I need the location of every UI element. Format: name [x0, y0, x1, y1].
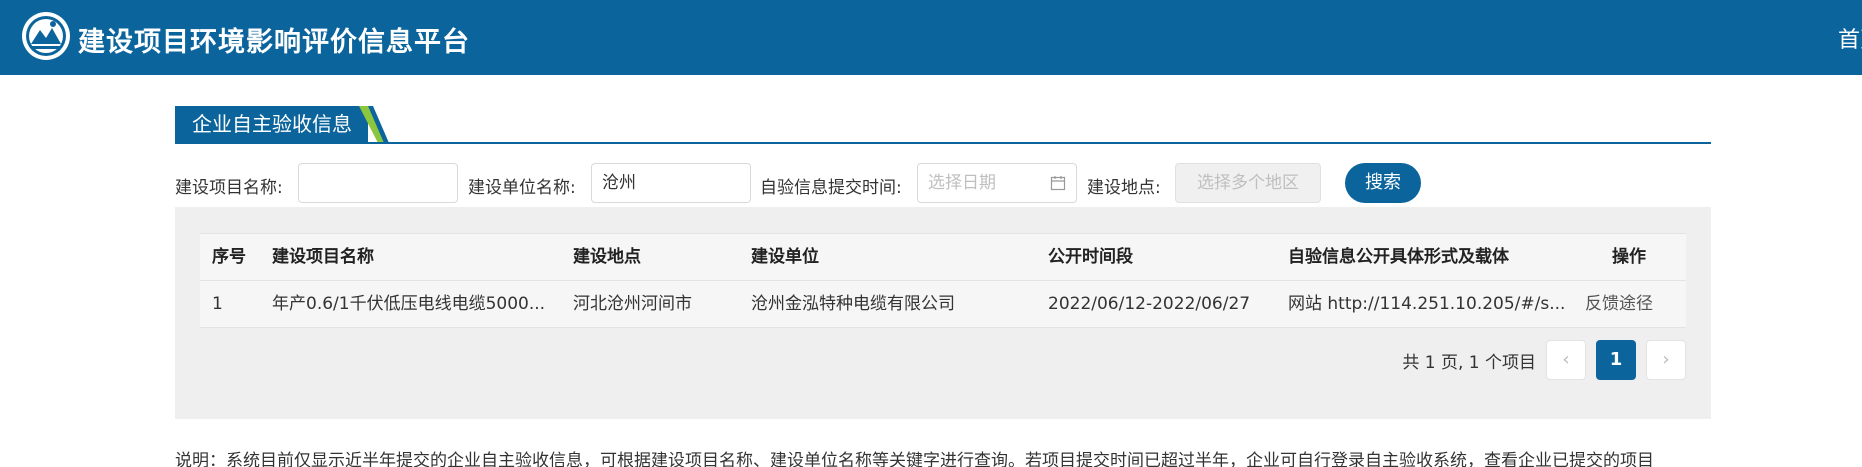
- submit-time-label: 自验信息提交时间:: [760, 178, 902, 198]
- project-name-input[interactable]: [298, 163, 458, 203]
- result-panel: 序号 建设项目名称 建设地点 建设单位 公开时间段 自验信息公开具体形式及载体 …: [175, 207, 1711, 419]
- pagination-summary: 共 1 页, 1 个项目: [1402, 353, 1536, 373]
- table-row: 1 年产0.6/1千伏低压电线电缆5000... 河北沧州河间市 沧州金泓特种电…: [200, 281, 1686, 328]
- prev-page-button[interactable]: ‹: [1546, 340, 1586, 380]
- table-header: 序号 建设项目名称 建设地点 建设单位 公开时间段 自验信息公开具体形式及载体 …: [200, 233, 1686, 281]
- top-header: 建设项目环境影响评价信息平台 首页: [0, 0, 1862, 75]
- col-header-unit: 建设单位: [751, 247, 819, 267]
- section-tab-label: 企业自主验收信息: [175, 106, 368, 143]
- cell-period: 2022/06/12-2022/06/27: [1048, 294, 1251, 314]
- col-header-project: 建设项目名称: [272, 247, 374, 267]
- calendar-icon: [1050, 176, 1066, 191]
- search-button[interactable]: 搜索: [1345, 163, 1421, 203]
- tab-stripe-decoration: [359, 106, 389, 143]
- app-title: 建设项目环境影响评价信息平台: [78, 27, 470, 58]
- page-1-button[interactable]: 1: [1596, 340, 1636, 380]
- unit-name-label: 建设单位名称:: [468, 178, 576, 198]
- cell-index: 1: [212, 294, 223, 314]
- note-text: 说明：系统目前仅显示近半年提交的企业自主验收信息，可根据建设项目名称、建设单位名…: [175, 451, 1654, 467]
- results-table: 序号 建设项目名称 建设地点 建设单位 公开时间段 自验信息公开具体形式及载体 …: [200, 233, 1686, 328]
- pagination: 共 1 页, 1 个项目 ‹ 1 ›: [1186, 340, 1686, 380]
- col-header-carrier: 自验信息公开具体形式及载体: [1288, 247, 1509, 267]
- section-divider: [175, 142, 1711, 144]
- cell-carrier: 网站 http://114.251.10.205/#/s...: [1288, 294, 1566, 314]
- col-header-period: 公开时间段: [1048, 247, 1133, 267]
- location-label: 建设地点:: [1087, 178, 1161, 198]
- cell-unit: 沧州金泓特种电缆有限公司: [751, 294, 955, 314]
- cell-location: 河北沧州河间市: [573, 294, 692, 314]
- date-placeholder: 选择日期: [928, 173, 996, 193]
- feedback-link[interactable]: 反馈途径: [1585, 281, 1653, 327]
- unit-name-input[interactable]: 沧州: [591, 163, 751, 203]
- col-header-index: 序号: [212, 247, 246, 267]
- next-page-button[interactable]: ›: [1646, 340, 1686, 380]
- col-header-action: 操作: [1612, 247, 1646, 267]
- ministry-emblem-icon: [22, 12, 70, 60]
- cell-project: 年产0.6/1千伏低压电线电缆5000...: [272, 294, 546, 314]
- location-select[interactable]: 选择多个地区: [1175, 163, 1321, 203]
- col-header-location: 建设地点: [573, 247, 641, 267]
- submit-date-picker[interactable]: 选择日期: [917, 163, 1077, 203]
- nav-home-link[interactable]: 首页: [1838, 22, 1862, 54]
- project-name-label: 建设项目名称:: [175, 178, 283, 198]
